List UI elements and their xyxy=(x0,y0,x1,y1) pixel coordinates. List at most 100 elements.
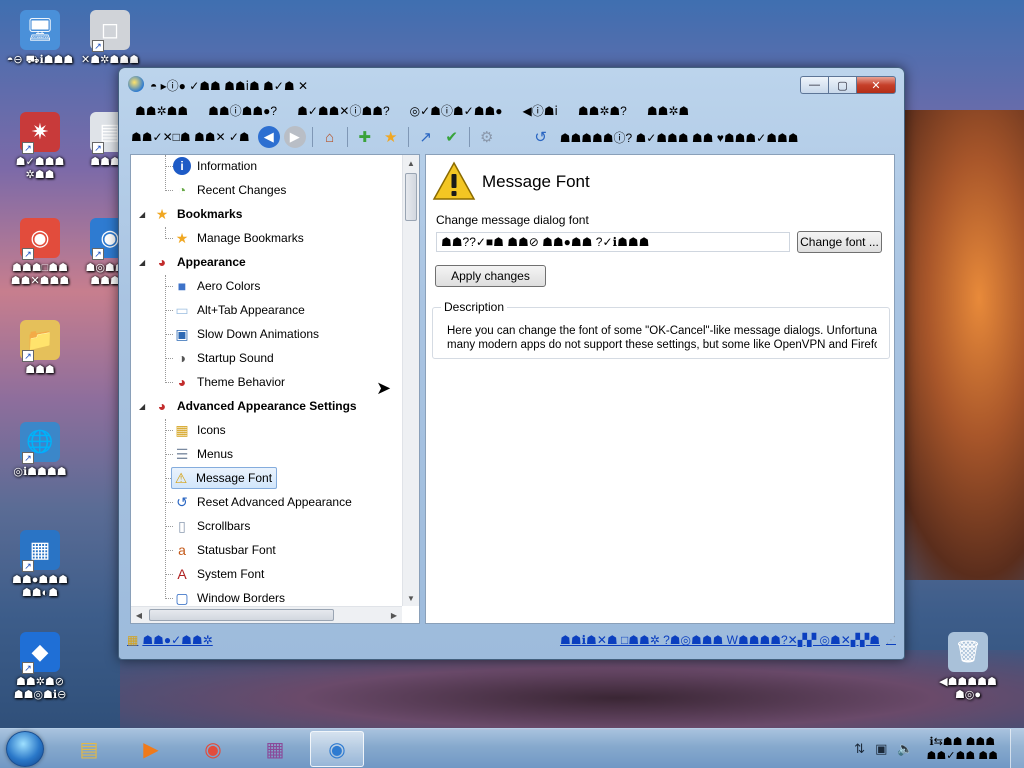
tree-item-label: Slow Down Animations xyxy=(197,327,320,341)
apply-changes-button[interactable]: Apply changes xyxy=(435,265,546,287)
add-bookmark-icon[interactable]: ✚ xyxy=(354,126,376,148)
tree-item-appearance[interactable]: ◕ Appearance xyxy=(153,251,246,273)
bookmark-star-icon[interactable]: ★ xyxy=(380,126,402,148)
clock-date: ☗☗✓☗☗ ☗☗ xyxy=(926,750,998,762)
menu-bar: ☗☗✲☗☗ ☗☗ⓘ☗☗●? ☗✓☗☗✕ⓘ☗☗? ◎✓☗ⓘ☗✓☗☗● ◀ⓘ☗ⅰ ☗… xyxy=(125,102,898,120)
desktop-icon-user-folder[interactable]: 📁 ↗ ☗☗☗ xyxy=(0,320,80,377)
title-bar[interactable]: ◓ ▸ⓘ● ✓☗☗ ☗☗ⅰ☗ ☗✓☗ ✕ — ▢ ✕ xyxy=(119,68,904,98)
toolbar-address[interactable]: ☗☗✓✕□☗ ☗☗✕ ✓☗ xyxy=(125,130,256,144)
tree-item-window-borders[interactable]: ▢ Window Borders xyxy=(173,587,285,606)
settings-gear-icon[interactable]: ⚙ xyxy=(476,126,498,148)
menu-item-2[interactable]: ☗☗ⓘ☗☗●? xyxy=(198,102,287,120)
change-font-button[interactable]: Change font ... xyxy=(797,231,882,253)
tree-connector xyxy=(165,454,173,455)
start-button[interactable] xyxy=(6,731,44,767)
expander-icon[interactable]: ◢ xyxy=(139,402,145,411)
close-button[interactable]: ✕ xyxy=(856,76,896,94)
tree-item-scrollbars[interactable]: ▯ Scrollbars xyxy=(173,515,250,537)
tree-item-advanced-appearance-settings[interactable]: ◕ Advanced Appearance Settings xyxy=(153,395,357,417)
volume-icon[interactable]: 🔈 xyxy=(897,741,913,757)
desktop-icon-chrome[interactable]: ◉ ↗ ☗☗☗□☗☗ ☗☗✕☗☗☗ xyxy=(0,218,80,288)
menu-item-5[interactable]: ◀ⓘ☗ⅰ xyxy=(513,102,568,120)
tree-connector xyxy=(165,382,173,383)
status-app-icon: ▦ xyxy=(127,633,139,647)
desktop-icon-computer[interactable]: 🖥 ◓⊖ ⛟ℹ☗☗☗ xyxy=(0,10,80,67)
scroll-left-arrow-icon[interactable]: ◀ xyxy=(131,607,147,623)
forward-arrow-icon[interactable]: ▶ xyxy=(283,126,306,148)
scroll-right-arrow-icon[interactable]: ▶ xyxy=(386,607,402,623)
clock[interactable]: ℹ⇆☗☗ ☗☗☗ ☗☗✓☗☗ ☗☗ xyxy=(927,735,998,763)
tree-item-recent-changes[interactable]: ◔ Recent Changes xyxy=(173,179,287,201)
taskbar-media-player-icon[interactable]: ▶ xyxy=(124,731,178,767)
tree-item-aero-colors[interactable]: ■ Aero Colors xyxy=(173,275,261,297)
shortcut-arrow-icon: ↗ xyxy=(92,142,104,154)
desktop-icon-roblox[interactable]: ◻ ↗ ✕☗✲☗☗☗ xyxy=(70,10,150,67)
desktop-icon-recycle-bin[interactable]: 🗑 ◀☗☗☗☗☗ ☗◎● xyxy=(928,632,1008,702)
maximize-button[interactable]: ▢ xyxy=(828,76,856,94)
show-desktop-button[interactable] xyxy=(1010,729,1024,768)
tree-item-label: Aero Colors xyxy=(197,279,261,293)
toolbar-actions-label[interactable]: ☗☗☗☗☗ⓘ? ☗✓☗☗☗ ☗☗ ♥☗☗☗✓☗☗☗ xyxy=(554,129,805,146)
tree-item-message-font[interactable]: ⚠ Message Font xyxy=(171,467,278,489)
desktop-icon-network[interactable]: 🌐 ↗ ◎ℹ☗☗☗☗ xyxy=(0,422,80,479)
desktop-icon-label: ☗☗●☗☗☗ ☗☗◐☗ xyxy=(12,574,68,599)
menu-item-1[interactable]: ☗☗✲☗☗ xyxy=(125,102,198,120)
expander-icon[interactable]: ◢ xyxy=(139,258,145,267)
menu-item-4[interactable]: ◎✓☗ⓘ☗✓☗☗● xyxy=(400,102,513,120)
icons-icon: ▦ xyxy=(175,421,189,438)
tree-item-system-font[interactable]: A System Font xyxy=(173,563,264,585)
desktop-icon-app-red[interactable]: ✷ ↗ ☗✓☗☗☗ ✲☗☗ xyxy=(0,112,80,182)
tree-horizontal-scrollbar[interactable]: ◀ ▶ xyxy=(131,606,402,623)
back-arrow-icon[interactable]: ◀ xyxy=(257,126,280,148)
tree-item-icons[interactable]: ▦ Icons xyxy=(173,419,226,441)
tree-item-startup-sound[interactable]: ◑ Startup Sound xyxy=(173,347,274,369)
desktop-icon-control-panel[interactable]: ▦ ↗ ☗☗●☗☗☗ ☗☗◐☗ xyxy=(0,530,80,600)
taskbar-chrome-icon[interactable]: ◉ xyxy=(186,731,240,767)
tree-connector xyxy=(165,574,173,575)
tree-connector xyxy=(165,238,173,239)
status-link-left[interactable]: ▦ ☗☗●✓☗☗✲ xyxy=(127,633,213,647)
menu-item-7[interactable]: ☗☗✲☗ xyxy=(637,102,699,120)
app-window[interactable]: ◓ ▸ⓘ● ✓☗☗ ☗☗ⅰ☗ ☗✓☗ ✕ — ▢ ✕ ☗☗✲☗☗ ☗☗ⓘ☗☗●?… xyxy=(118,67,905,660)
menu-item-6[interactable]: ☗☗✲☗? xyxy=(568,102,637,120)
tree-item-bookmarks[interactable]: ★ Bookmarks xyxy=(153,203,243,225)
shortcut-icon[interactable]: ↗ xyxy=(415,126,437,148)
reset-icon: ↺ xyxy=(176,493,188,510)
desktop-icon-roblox-studio[interactable]: ◆ ↗ ☗☗✲☗⊘ ☗☗◎☗ℹ⊖ xyxy=(0,632,80,702)
tree-item-label: Statusbar Font xyxy=(197,543,276,557)
network-icon[interactable]: ▣ xyxy=(875,741,887,757)
tree-item-slow-down-animations[interactable]: ▣ Slow Down Animations xyxy=(173,323,319,345)
tree-item-reset-advanced-appearance[interactable]: ↺ Reset Advanced Appearance xyxy=(173,491,352,513)
tree-vertical-scrollbar[interactable]: ▲ ▼ xyxy=(402,155,419,606)
aero-colors-icon: ■ xyxy=(177,278,187,294)
alt-tab-icon: ▭ xyxy=(175,301,189,318)
scroll-thumb[interactable] xyxy=(405,173,417,221)
scroll-thumb-horizontal[interactable] xyxy=(149,609,334,621)
tree-item-label: Alt+Tab Appearance xyxy=(197,303,305,317)
font-preview-field[interactable]: ☗☗??✓■☗ ☗☗⊘ ☗☗●☗☗ ?✓ℹ☗☗☗ xyxy=(436,232,790,252)
expander-icon[interactable]: ◢ xyxy=(139,210,145,219)
scroll-up-arrow-icon[interactable]: ▲ xyxy=(403,155,419,171)
tree-item-theme-behavior[interactable]: ◕ Theme Behavior xyxy=(173,371,285,393)
desktop-icon-label: ☗☗☗ xyxy=(25,364,55,376)
language-icon[interactable]: ⇅ xyxy=(854,741,865,757)
reset-icon[interactable]: ↺ xyxy=(530,126,552,148)
taskbar-explorer-icon[interactable]: ▤ xyxy=(62,731,116,767)
status-link-right[interactable]: ☗☗ℹ☗✕☗ □☗☗✲ ?☗◎☗☗☗ W☗☗☗☗?✕▞▞ ◎☗✕▞▞☗ ⋰ xyxy=(560,633,896,647)
resize-grip-icon[interactable]: ⋰ xyxy=(886,635,896,646)
tree-item-alt-tab-appearance[interactable]: ▭ Alt+Tab Appearance xyxy=(173,299,305,321)
apply-check-icon[interactable]: ✔ xyxy=(441,126,463,148)
scroll-down-arrow-icon[interactable]: ▼ xyxy=(403,590,419,606)
minimize-button[interactable]: — xyxy=(800,76,828,94)
home-icon[interactable]: ⌂ xyxy=(319,126,341,148)
menu-item-3[interactable]: ☗✓☗☗✕ⓘ☗☗? xyxy=(287,102,400,120)
taskbar-tweaker-icon[interactable]: ◉ xyxy=(310,731,364,767)
tree-item-menus[interactable]: ☰ Menus xyxy=(173,443,233,465)
description-line-1: Here you can change the font of some "OK… xyxy=(447,325,877,337)
tree-item-label: Icons xyxy=(197,423,226,437)
taskbar-winrar-icon[interactable]: ▦ xyxy=(248,731,302,767)
warning-icon xyxy=(432,161,476,200)
tree-item-manage-bookmarks[interactable]: ★ Manage Bookmarks xyxy=(173,227,304,249)
tree-item-statusbar-font[interactable]: a Statusbar Font xyxy=(173,539,276,561)
tree-item-information[interactable]: i Information xyxy=(173,155,257,177)
